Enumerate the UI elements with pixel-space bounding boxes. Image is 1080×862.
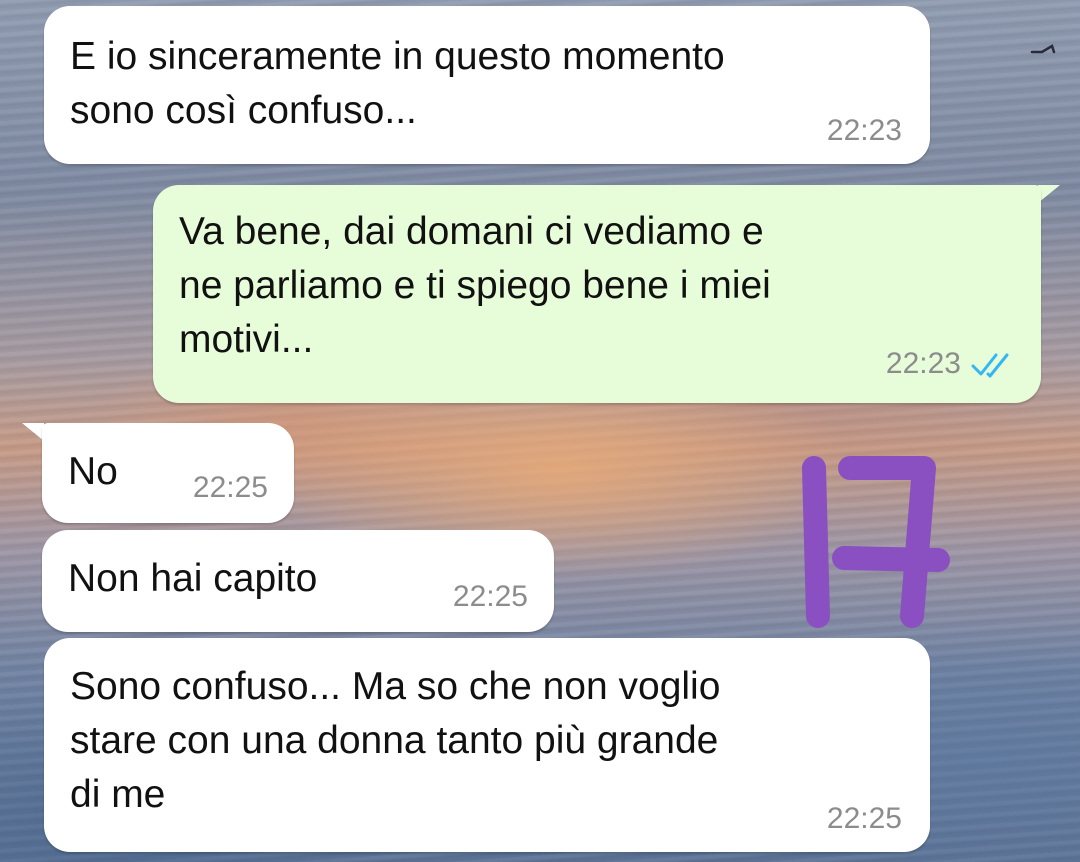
message-text: No	[68, 450, 118, 493]
bubble-tail	[1038, 185, 1060, 203]
message-time: 22:23	[885, 347, 961, 380]
message-bubble-incoming[interactable]: No 22:25	[42, 423, 294, 523]
message-timestamp: 22:25	[827, 802, 902, 836]
message-timestamp: 22:25	[193, 471, 268, 505]
message-time: 22:25	[192, 471, 268, 504]
message-bubble-incoming[interactable]: Non hai capito 22:25	[42, 530, 554, 632]
message-bubble-incoming[interactable]: E io sinceramente in questo momento sono…	[44, 6, 930, 164]
bubble-tail	[22, 423, 44, 441]
message-time: 22:25	[826, 802, 902, 835]
message-timestamp: 22:25	[453, 580, 528, 614]
message-text: Non hai capito	[68, 557, 318, 600]
double-check-read-icon	[971, 353, 1009, 378]
wallpaper-bird-icon	[1030, 44, 1056, 54]
message-timestamp: 22:23	[886, 347, 1015, 381]
message-time: 22:23	[826, 114, 902, 147]
message-bubble-incoming[interactable]: Sono confuso... Ma so che non voglio sta…	[44, 638, 930, 852]
message-text: Sono confuso... Ma so che non voglio sta…	[70, 665, 721, 816]
message-timestamp: 22:23	[827, 114, 902, 148]
handwritten-17-annotation	[802, 456, 950, 628]
message-text: Va bene, dai domani ci vediamo e ne parl…	[179, 210, 771, 361]
message-time: 22:25	[452, 580, 528, 613]
chat-conversation[interactable]: E io sinceramente in questo momento sono…	[0, 0, 1080, 862]
message-bubble-outgoing[interactable]: Va bene, dai domani ci vediamo e ne parl…	[153, 185, 1041, 403]
message-text: E io sinceramente in questo momento sono…	[70, 35, 725, 132]
